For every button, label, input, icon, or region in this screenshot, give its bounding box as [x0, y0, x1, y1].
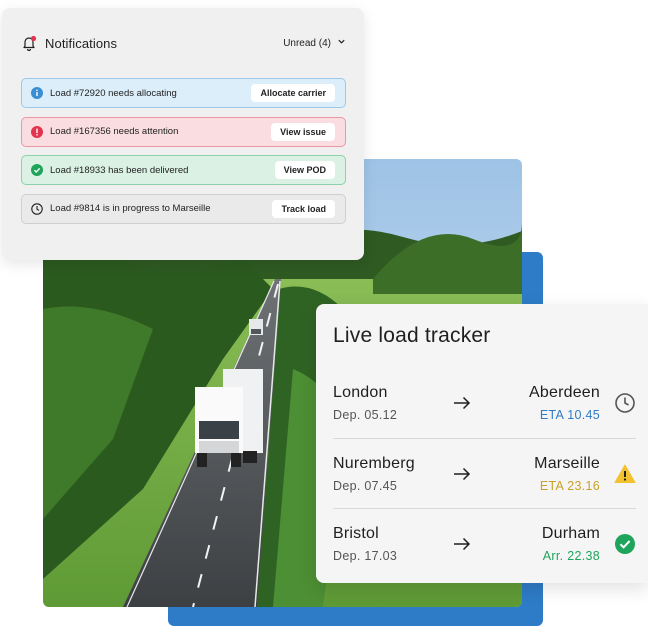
notification-text: Load #18933 has been delivered [50, 164, 189, 176]
arrival-time: ETA 23.16 [539, 478, 600, 493]
notification-item-attention: Load #167356 needs attention View issue [21, 116, 346, 147]
trip-origin: Nuremberg Dep. 07.45 [333, 455, 443, 493]
track-load-button[interactable]: Track load [272, 199, 335, 218]
view-issue-button[interactable]: View issue [271, 122, 335, 141]
notification-item-delivered: Load #18933 has been delivered View POD [21, 155, 346, 185]
notification-text: Load #72920 needs allocating [50, 87, 177, 99]
info-icon [31, 87, 43, 99]
trip-destination: Durham Arr. 22.38 [483, 525, 614, 563]
notifications-panel: Notifications Unread (4) Load #72920 nee… [2, 8, 364, 260]
chevron-down-icon [337, 37, 346, 49]
trip-destination: Marseille ETA 23.16 [483, 455, 614, 493]
departure-time: Dep. 07.45 [333, 478, 398, 493]
trip-destination: Aberdeen ETA 10.45 [483, 384, 614, 422]
notifications-title-group: Notifications [21, 35, 118, 52]
origin-city: London [333, 384, 388, 401]
notification-item-in-progress: Load #9814 is in progress to Marseille T… [21, 193, 346, 224]
departure-time: Dep. 17.03 [333, 548, 398, 563]
clock-icon [614, 392, 636, 414]
unread-filter-label: Unread (4) [283, 37, 331, 49]
check-circle-icon [31, 164, 43, 176]
alert-icon [31, 125, 43, 138]
trip-origin: London Dep. 05.12 [333, 384, 443, 422]
check-circle-icon [614, 533, 636, 555]
notifications-title: Notifications [45, 35, 118, 51]
trip-row[interactable]: Nuremberg Dep. 07.45 Marseille ETA 23.16 [333, 438, 636, 508]
live-load-tracker-panel: Live load tracker London Dep. 05.12 Aber… [316, 304, 648, 583]
notification-text: Load #167356 needs attention [50, 126, 179, 137]
trip-origin: Bristol Dep. 17.03 [333, 525, 443, 563]
warning-icon [614, 463, 636, 485]
trip-row[interactable]: London Dep. 05.12 Aberdeen ETA 10.45 [333, 368, 636, 438]
bell-icon [21, 35, 37, 52]
arrival-time: Arr. 22.38 [542, 548, 600, 563]
notification-item-allocate: Load #72920 needs allocating Allocate ca… [21, 78, 346, 108]
destination-city: Marseille [534, 454, 600, 472]
origin-city: Nuremberg [333, 454, 415, 472]
allocate-carrier-button[interactable]: Allocate carrier [251, 84, 335, 102]
destination-city: Aberdeen [529, 384, 600, 401]
arrow-right-icon [453, 396, 483, 410]
origin-city: Bristol [333, 524, 379, 542]
tracker-title: Live load tracker [333, 324, 491, 347]
trip-row[interactable]: Bristol Dep. 17.03 Durham Arr. 22.38 [333, 508, 636, 578]
departure-time: Dep. 05.12 [333, 408, 398, 422]
arrival-time: ETA 10.45 [539, 408, 600, 422]
arrow-right-icon [453, 467, 483, 481]
destination-city: Durham [541, 524, 600, 542]
unread-filter-dropdown[interactable]: Unread (4) [283, 37, 346, 49]
notifications-header: Notifications Unread (4) [21, 8, 346, 78]
view-pod-button[interactable]: View POD [274, 161, 335, 179]
notification-text: Load #9814 is in progress to Marseille [50, 203, 211, 214]
clock-icon [31, 202, 43, 215]
arrow-right-icon [453, 537, 483, 551]
